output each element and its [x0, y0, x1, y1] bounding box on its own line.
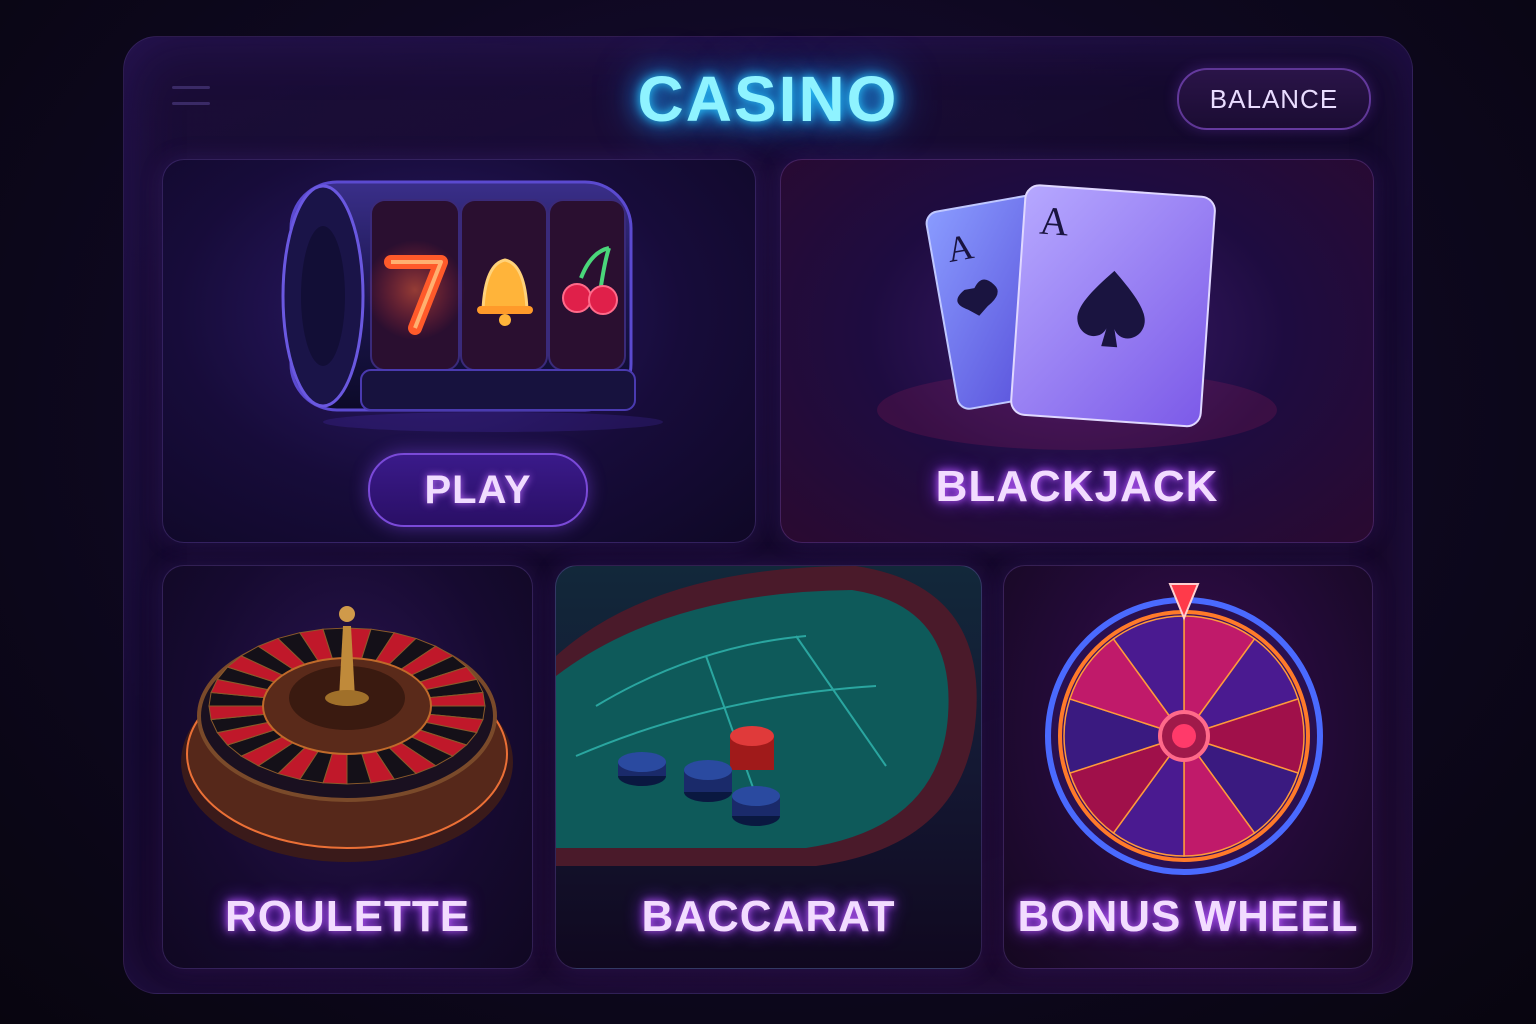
menu-button[interactable] [172, 84, 212, 108]
card-rank-front: A [1038, 198, 1070, 245]
bonus-wheel-label: BONUS WHEEL [1017, 892, 1359, 941]
hamburger-menu-icon [172, 86, 210, 89]
baccarat-label: BACCARAT [641, 892, 896, 941]
bonus-wheel-card[interactable]: BONUS WHEEL [1003, 565, 1373, 969]
slots-card[interactable]: PLAY [162, 159, 756, 543]
roulette-label: ROULETTE [224, 892, 471, 941]
blackjack-label: BLACKJACK [935, 462, 1219, 511]
roulette-card[interactable]: ROULETTE [162, 565, 533, 969]
baccarat-card[interactable]: BACCARAT [555, 565, 982, 969]
page-title: CASINO [637, 63, 899, 135]
balance-button[interactable]: BALANCE [1177, 68, 1371, 130]
play-button[interactable]: PLAY [368, 453, 588, 527]
blackjack-card[interactable]: A A BLACKJACK [780, 159, 1374, 543]
